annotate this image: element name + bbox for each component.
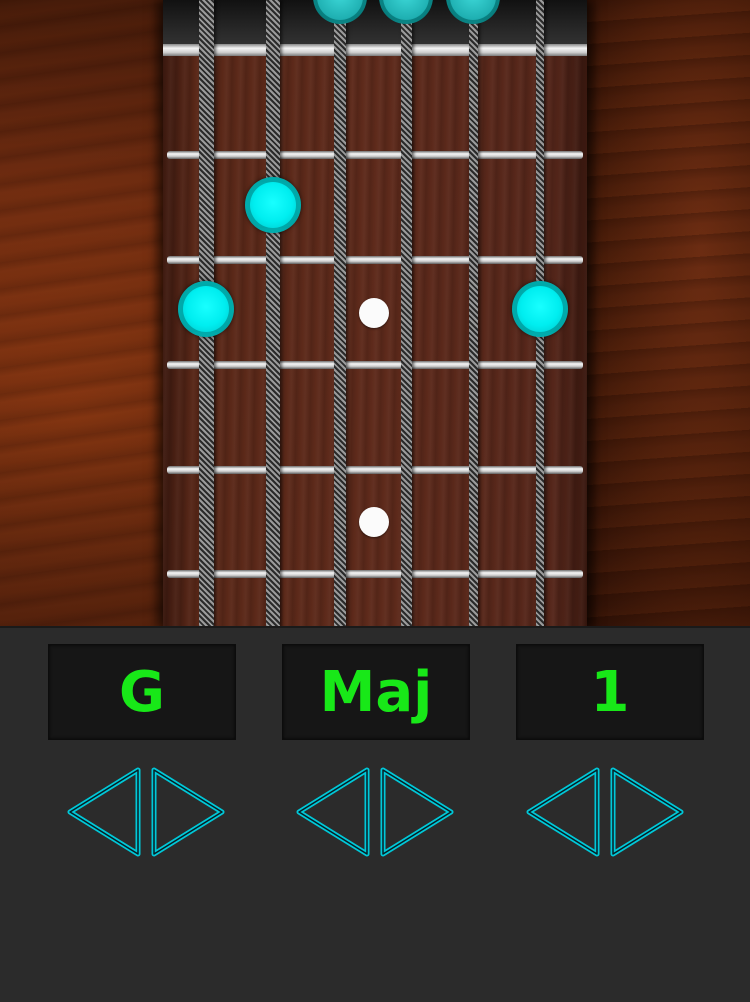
string-3[interactable] bbox=[401, 0, 412, 628]
finger-position-marker[interactable] bbox=[512, 281, 568, 337]
triangle-left-outline-icon bbox=[526, 767, 600, 857]
finger-position-marker[interactable] bbox=[178, 281, 234, 337]
guitar-neck bbox=[163, 0, 587, 628]
string-5[interactable] bbox=[266, 0, 280, 628]
triangle-right-outline-icon bbox=[151, 767, 225, 857]
fret-5 bbox=[167, 570, 583, 578]
nut bbox=[163, 44, 587, 56]
headstock bbox=[163, 0, 587, 46]
root-next-button[interactable] bbox=[148, 766, 228, 858]
string-2[interactable] bbox=[469, 0, 478, 628]
variation-prev-button[interactable] bbox=[523, 766, 603, 858]
variation-display: 1 bbox=[516, 644, 704, 740]
guitar-body-wood bbox=[587, 0, 750, 628]
type-prev-button[interactable] bbox=[293, 766, 373, 858]
fret-4 bbox=[167, 466, 583, 474]
fretboard-area bbox=[0, 0, 750, 628]
fret-3 bbox=[167, 361, 583, 369]
triangle-right-outline-icon bbox=[610, 767, 684, 857]
string-4[interactable] bbox=[334, 0, 346, 628]
triangle-left-outline-icon bbox=[296, 767, 370, 857]
fret-1 bbox=[167, 151, 583, 159]
root-prev-button[interactable] bbox=[64, 766, 144, 858]
chord-type-display: Maj bbox=[282, 644, 470, 740]
root-note-value: G bbox=[119, 659, 165, 725]
type-next-button[interactable] bbox=[377, 766, 457, 858]
chord-type-value: Maj bbox=[319, 659, 433, 725]
variation-next-button[interactable] bbox=[607, 766, 687, 858]
fret-marker-inlay bbox=[359, 507, 389, 537]
triangle-right-outline-icon bbox=[380, 767, 454, 857]
root-note-display: G bbox=[48, 644, 236, 740]
variation-value: 1 bbox=[590, 659, 630, 725]
triangle-left-outline-icon bbox=[67, 767, 141, 857]
fret-2 bbox=[167, 256, 583, 264]
finger-position-marker[interactable] bbox=[245, 177, 301, 233]
fret-marker-inlay bbox=[359, 298, 389, 328]
